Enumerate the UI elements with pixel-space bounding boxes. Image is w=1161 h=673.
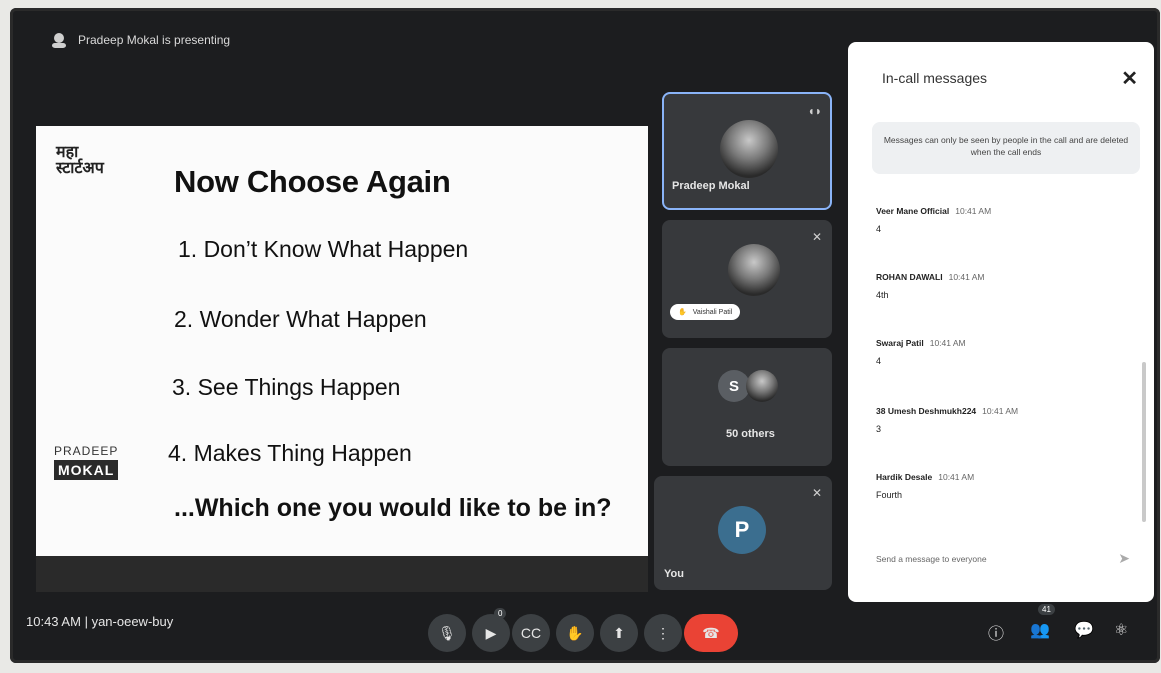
- camera-off-icon[interactable]: ▶: [472, 614, 510, 652]
- chat-title: In-call messages: [882, 70, 988, 86]
- message-sender: Veer Mane Official: [876, 206, 950, 216]
- you-avatar: P: [718, 506, 766, 554]
- separator: |: [84, 614, 88, 629]
- participant-name: Pradeep Mokal: [672, 180, 750, 192]
- chat-message: Swaraj Patil 10:41 AM 4: [876, 338, 966, 366]
- participant-name: Vaishali Patil: [692, 308, 733, 316]
- info-icon[interactable]: ⓘ: [988, 620, 1004, 644]
- meeting-info: 10:43 AM | yan-oeew-buy: [26, 614, 173, 629]
- chat-scrollbar[interactable]: [1142, 362, 1146, 522]
- message-sender: Hardik Desale: [876, 472, 933, 482]
- slide-title: Now Choose Again: [174, 164, 451, 199]
- meeting-code: yan-oeew-buy: [91, 614, 174, 629]
- message-time: 10:41 AM: [938, 472, 975, 482]
- message-sender: Swaraj Patil: [876, 338, 924, 348]
- pradeep-mokal-logo: PRADEEP MOKAL: [54, 444, 128, 480]
- chat-input[interactable]: Send a message to everyone: [876, 554, 987, 564]
- message-time: 10:41 AM: [948, 272, 985, 282]
- people-count-badge: 41: [1038, 604, 1055, 615]
- raise-hand-icon[interactable]: ✋: [556, 614, 594, 652]
- slide-item-2: 2. Wonder What Happen: [174, 306, 427, 332]
- chat-notice: Messages can only be seen by people in t…: [872, 122, 1140, 174]
- captions-icon[interactable]: CC: [512, 614, 550, 652]
- others-count: 50 others: [726, 428, 775, 440]
- chat-message: Hardik Desale 10:41 AM Fourth: [876, 472, 974, 500]
- others-photo: [746, 370, 778, 402]
- slide-footer-bar: [36, 556, 648, 592]
- meeting-time: 10:43 AM: [26, 614, 81, 629]
- mic-off-icon: ✕: [811, 230, 822, 244]
- in-call-messages-panel: In-call messages ✕ Messages can only be …: [848, 42, 1154, 602]
- presentation-slide: महा स्टार्टअप Now Choose Again 1. Don’t …: [36, 126, 648, 556]
- meet-screen: Pradeep Mokal is presenting महा स्टार्टअ…: [10, 8, 1160, 663]
- message-time: 10:41 AM: [955, 206, 992, 216]
- people-icon[interactable]: 👥: [1030, 620, 1050, 640]
- participant-tile-you[interactable]: P ✕ You: [654, 476, 832, 590]
- chat-message: Veer Mane Official 10:41 AM 4: [876, 206, 991, 234]
- chat-message: ROHAN DAWALI 10:41 AM 4th: [876, 272, 985, 300]
- presenting-text: Pradeep Mokal is presenting: [78, 33, 231, 47]
- activities-icon[interactable]: ⚛: [1114, 620, 1128, 640]
- mic-off-icon[interactable]: 🎙: [428, 614, 466, 652]
- participant-name-chip: ✋ Vaishali Patil: [670, 304, 741, 320]
- participant-photo: [720, 120, 778, 178]
- slide-question: ...Which one you would like to be in?: [174, 494, 612, 522]
- message-time: 10:41 AM: [982, 406, 1019, 416]
- close-icon[interactable]: ✕: [1121, 66, 1138, 91]
- maha-startup-logo: महा स्टार्टअप: [56, 144, 128, 192]
- message-text: 4: [876, 224, 882, 234]
- logo2-line2: MOKAL: [54, 460, 119, 480]
- slide-item-1: 1. Don’t Know What Happen: [178, 236, 469, 262]
- participant-tile-vaishali[interactable]: ✕ ✋ Vaishali Patil: [662, 220, 832, 338]
- send-icon[interactable]: ➤: [1118, 550, 1130, 567]
- logo-line2: स्टार्टअप: [56, 158, 104, 177]
- presenting-banner: Pradeep Mokal is presenting: [50, 32, 230, 48]
- message-time: 10:41 AM: [929, 338, 966, 348]
- message-sender: ROHAN DAWALI: [876, 272, 943, 282]
- you-label: You: [664, 568, 684, 580]
- present-icon[interactable]: ⬆: [600, 614, 638, 652]
- presenter-avatar-icon: [52, 33, 66, 48]
- message-text: 4th: [876, 290, 889, 300]
- slide-item-3: 3. See Things Happen: [172, 374, 401, 400]
- participant-photo: [728, 244, 780, 296]
- speaking-icon: ◖◗: [807, 104, 823, 118]
- slide-item-4: 4. Makes Thing Happen: [168, 440, 412, 466]
- chat-icon[interactable]: 💬: [1074, 620, 1094, 640]
- logo2-line1: PRADEEP: [54, 444, 119, 458]
- message-sender: 38 Umesh Deshmukh224: [876, 406, 977, 416]
- participant-tile-others[interactable]: S 50 others: [662, 348, 832, 466]
- end-call-icon[interactable]: ☎: [684, 614, 738, 652]
- participant-tile-pradeep[interactable]: ◖◗ Pradeep Mokal: [662, 92, 832, 210]
- mic-off-icon: ✕: [811, 486, 822, 500]
- message-text: Fourth: [876, 490, 903, 500]
- message-text: 3: [876, 424, 882, 434]
- message-text: 4: [876, 356, 882, 366]
- info-badge: 0: [494, 608, 507, 619]
- more-options-icon[interactable]: ⋮: [644, 614, 682, 652]
- chat-message: 38 Umesh Deshmukh224 10:41 AM 3: [876, 406, 1018, 434]
- hand-icon: ✋: [678, 309, 687, 316]
